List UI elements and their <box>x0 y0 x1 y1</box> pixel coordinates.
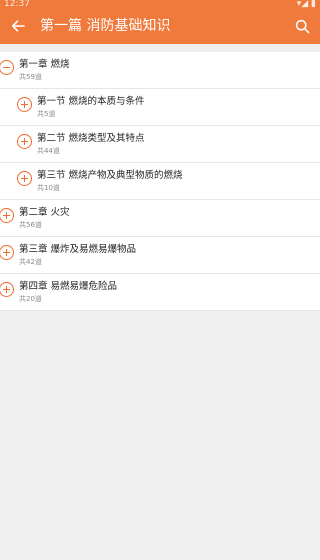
expand-icon[interactable] <box>0 245 14 260</box>
expand-icon[interactable] <box>0 208 14 223</box>
collapse-icon[interactable] <box>0 60 14 75</box>
expand-icon[interactable] <box>17 171 32 186</box>
question-count: 共59道 <box>19 73 42 81</box>
question-count: 共56道 <box>19 221 42 229</box>
app-bar: 12:37 ▾◢ ▮ 第一篇 消防基础知识 <box>0 0 320 44</box>
question-count: 共42道 <box>19 258 42 266</box>
back-arrow-icon[interactable] <box>6 14 30 38</box>
question-count: 共5道 <box>37 110 56 118</box>
section-title: 第三节 燃烧产物及典型物质的燃烧 <box>37 170 183 181</box>
section-row[interactable]: 第一节 燃烧的本质与条件 共5道 <box>0 89 320 126</box>
chapter-list: 第一章 燃烧 共59道 第一节 燃烧的本质与条件 共5道 第二节 燃烧类型及其特… <box>0 52 320 311</box>
toolbar: 第一篇 消防基础知识 <box>0 8 320 44</box>
question-count: 共10道 <box>37 184 60 192</box>
question-count: 共20道 <box>19 295 42 303</box>
chapter-title: 第二章 火灾 <box>19 207 70 218</box>
expand-icon[interactable] <box>0 282 14 297</box>
question-count: 共44道 <box>37 147 60 155</box>
status-icons: ▾◢ ▮ <box>296 0 316 9</box>
page-title: 第一篇 消防基础知识 <box>40 18 171 34</box>
section-row[interactable]: 第二节 燃烧类型及其特点 共44道 <box>0 126 320 163</box>
chapter-row[interactable]: 第四章 易燃易爆危险品 共20道 <box>0 274 320 311</box>
chapter-title: 第三章 爆炸及易燃易爆物品 <box>19 244 137 255</box>
section-title: 第二节 燃烧类型及其特点 <box>37 133 145 144</box>
status-bar: 12:37 ▾◢ ▮ <box>0 0 320 9</box>
expand-icon[interactable] <box>17 97 32 112</box>
chapter-title: 第四章 易燃易爆危险品 <box>19 281 118 292</box>
expand-icon[interactable] <box>17 134 32 149</box>
chapter-title: 第一章 燃烧 <box>19 59 70 70</box>
chapter-row[interactable]: 第一章 燃烧 共59道 <box>0 52 320 89</box>
section-title: 第一节 燃烧的本质与条件 <box>37 96 145 107</box>
section-row[interactable]: 第三节 燃烧产物及典型物质的燃烧 共10道 <box>0 163 320 200</box>
chapter-row[interactable]: 第三章 爆炸及易燃易爆物品 共42道 <box>0 237 320 274</box>
status-time: 12:37 <box>4 0 30 8</box>
chapter-row[interactable]: 第二章 火灾 共56道 <box>0 200 320 237</box>
search-icon[interactable] <box>290 14 314 38</box>
